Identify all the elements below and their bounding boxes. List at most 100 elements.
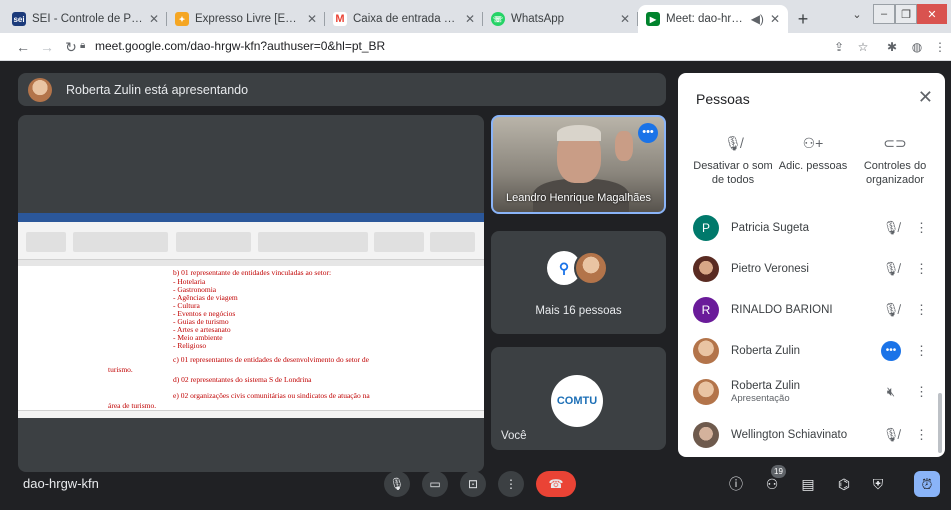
host-controls-bottom-button[interactable]: ⛨	[868, 474, 888, 494]
participant-row[interactable]: Roberta Zulin ••• ⋮	[678, 330, 945, 371]
lock-icon: 🔒︎	[80, 40, 86, 51]
more-vert-icon: ⋮	[505, 477, 517, 491]
scrollbar[interactable]	[938, 393, 942, 453]
participant-name: Pietro Veronesi	[731, 262, 809, 275]
maximize-button[interactable]: ❐	[895, 4, 917, 24]
microphone-button[interactable]: 🎙︎	[384, 471, 410, 497]
add-people-button[interactable]: ⚇+ Adic. pessoas	[768, 135, 858, 173]
more-vert-icon[interactable]: ⋮	[915, 220, 928, 236]
more-vert-icon[interactable]: ⋮	[915, 302, 928, 318]
participant-row[interactable]: P Patricia Sugeta 🎙︎̸ ⋮	[678, 207, 945, 248]
new-tab-button[interactable]: +	[792, 8, 814, 30]
more-vert-icon[interactable]: ⋮	[915, 261, 928, 277]
self-tile[interactable]: COMTU Você	[491, 347, 666, 450]
speaking-indicator-icon: •••	[881, 340, 901, 361]
info-icon: ⓘ	[729, 476, 743, 492]
reload-icon[interactable]: ↻	[62, 38, 80, 56]
tab-whatsapp[interactable]: ☏ WhatsApp ✕	[483, 5, 638, 33]
leave-call-button[interactable]: ☎	[536, 471, 576, 497]
self-label: Você	[501, 430, 527, 442]
forward-arrow-icon[interactable]: →	[38, 38, 56, 56]
tab-meet[interactable]: ▶ Meet: dao-hrgw-kfn ◀) ✕	[638, 5, 788, 33]
close-icon[interactable]: ✕	[918, 87, 933, 108]
window-close-button[interactable]: ✕	[917, 4, 947, 24]
close-icon[interactable]: ✕	[307, 12, 317, 26]
expresso-icon: ✦	[175, 12, 189, 26]
doc-line: e) 02 organizações civis comunitárias ou…	[173, 391, 370, 400]
close-icon[interactable]: ✕	[620, 12, 630, 26]
close-icon[interactable]: ✕	[465, 12, 475, 26]
mute-all-button[interactable]: 🎙︎̸ Desativar o som de todos	[688, 135, 778, 187]
share-icon[interactable]: ⇪	[831, 39, 847, 55]
people-icon: ⚇	[765, 475, 779, 492]
clock-icon: ⏰︎	[921, 475, 933, 492]
participant-row[interactable]: Roberta Zulin Apresentação 🔇︎ ⋮	[678, 371, 945, 412]
activities-button[interactable]: ⌬	[834, 474, 854, 494]
tab-expresso[interactable]: ✦ Expresso Livre [Expresso M ✕	[167, 5, 325, 33]
participant-row[interactable]: R RINALDO BARIONI 🎙︎̸ ⋮	[678, 289, 945, 330]
host-controls-button[interactable]: ⊂⊃ Controles do organizador	[850, 135, 940, 187]
more-vert-icon[interactable]: ⋮	[915, 384, 928, 400]
whatsapp-icon: ☏	[491, 12, 505, 26]
participant-avatar	[574, 251, 608, 285]
tab-title: Caixa de entrada - comturl	[353, 13, 459, 25]
more-options-icon[interactable]: •••	[638, 123, 658, 143]
mic-off-icon: 🎙︎̸	[882, 219, 900, 235]
document-page: b) 01 representante de entidades vincula…	[18, 266, 484, 410]
close-icon[interactable]: ✕	[149, 12, 159, 26]
avatar: P	[693, 214, 719, 241]
meet-icon: ▶	[646, 12, 660, 26]
toggle-icon: ⊂⊃	[883, 135, 907, 151]
word-document: b) 01 representante de entidades vincula…	[18, 213, 484, 418]
participant-subtitle: Apresentação	[731, 392, 790, 404]
mic-off-icon: 🎙︎̸	[724, 135, 742, 151]
mic-off-icon: 🎙︎̸	[882, 260, 900, 276]
participant-row[interactable]: Wellington Schiavinato 🎙︎̸ ⋮	[678, 414, 945, 455]
timer-button[interactable]: ⏰︎	[914, 471, 940, 497]
more-vert-icon[interactable]: ⋮	[915, 427, 928, 443]
meeting-code: dao-hrgw-kfn	[23, 476, 99, 491]
tab-title: Expresso Livre [Expresso M	[195, 13, 301, 25]
doc-line: área de turismo.	[108, 401, 157, 410]
people-panel: Pessoas ✕ 🎙︎̸ Desativar o som de todos ⚇…	[678, 73, 945, 457]
participant-row[interactable]: Pietro Veronesi 🎙︎̸ ⋮	[678, 248, 945, 289]
participant-name: Roberta Zulin	[731, 344, 801, 357]
doc-line: - Religioso	[173, 341, 207, 350]
camera-button[interactable]: ▭	[422, 471, 448, 497]
people-button[interactable]: ⚇	[762, 474, 782, 494]
meeting-info-button[interactable]: ⓘ	[726, 474, 746, 494]
chat-button[interactable]: ▤	[798, 474, 818, 494]
avatar	[693, 378, 719, 405]
word-titlebar	[18, 213, 484, 222]
back-arrow-icon[interactable]: ←	[14, 38, 32, 56]
meet-stage: Roberta Zulin está apresentando b) 01 re…	[0, 61, 951, 510]
gmail-icon: M	[333, 12, 347, 26]
tab-search-icon[interactable]: ⌄	[848, 4, 866, 24]
menu-dots-icon[interactable]: ⋮	[932, 39, 948, 55]
close-icon[interactable]: ✕	[770, 12, 780, 26]
bookmark-star-icon[interactable]: ☆	[855, 39, 871, 55]
avatar	[693, 255, 719, 282]
tab-gmail[interactable]: M Caixa de entrada - comturl ✕	[325, 5, 483, 33]
participant-name: RINALDO BARIONI	[731, 303, 833, 316]
participant-video-tile[interactable]: ••• Leandro Henrique Magalhães	[491, 115, 666, 214]
more-vert-icon[interactable]: ⋮	[915, 343, 928, 359]
participant-name: Leandro Henrique Magalhães	[506, 192, 651, 204]
present-button[interactable]: ⊡	[460, 471, 486, 497]
hang-up-icon: ☎	[548, 477, 564, 491]
presenter-avatar	[28, 77, 52, 102]
chat-icon: ▤	[801, 475, 815, 492]
tab-sei[interactable]: sei SEI - Controle de Processos ✕	[4, 5, 167, 33]
url-field[interactable]: meet.google.com/dao-hrgw-kfn?authuser=0&…	[95, 39, 385, 53]
avatar	[693, 421, 719, 448]
extensions-puzzle-icon[interactable]: ✱	[884, 39, 900, 55]
address-bar-row: ← → ↻ 🔒︎ meet.google.com/dao-hrgw-kfn?au…	[0, 33, 951, 61]
present-icon: ⊡	[467, 477, 479, 491]
doc-line: turismo.	[108, 365, 133, 374]
more-options-button[interactable]: ⋮	[498, 471, 524, 497]
profile-avatar-icon[interactable]: ◍	[906, 39, 928, 55]
minimize-button[interactable]: ‒	[873, 4, 895, 24]
more-people-tile[interactable]: ⚲ Mais 16 pessoas	[491, 231, 666, 334]
tab-title: Meet: dao-hrgw-kfn	[666, 13, 749, 25]
audio-off-icon: 🔇︎	[886, 383, 896, 399]
